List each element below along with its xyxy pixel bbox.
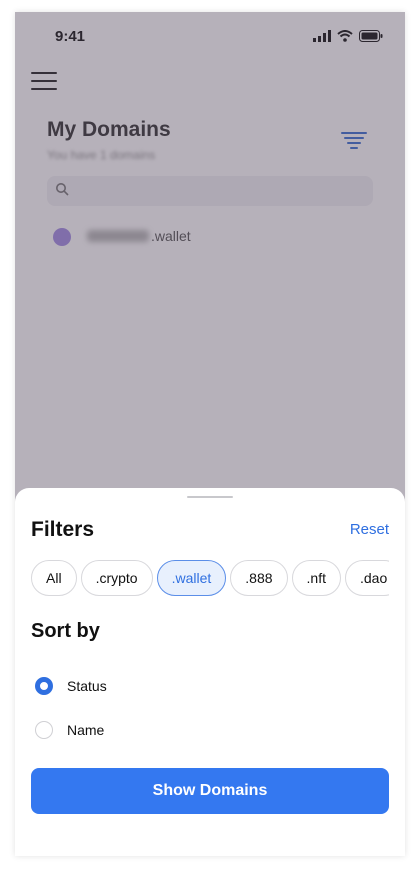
show-domains-button[interactable]: Show Domains [31, 768, 389, 814]
radio-checked-icon[interactable] [35, 677, 53, 695]
chip-crypto[interactable]: .crypto [80, 560, 153, 596]
chip-wallet[interactable]: .wallet [156, 560, 227, 596]
sort-option-label: Name [67, 722, 105, 738]
chip-all[interactable]: All [31, 560, 77, 596]
phone-screen: 9:41 My Domains You have 1 domains .wall… [15, 12, 405, 856]
reset-button[interactable]: Reset [350, 521, 389, 538]
filters-title: Filters [31, 518, 95, 541]
radio-unchecked-icon[interactable] [35, 721, 53, 739]
sort-by-title: Sort by [31, 620, 100, 642]
chip-dao[interactable]: .dao [344, 560, 389, 596]
sort-option-name[interactable]: Name [35, 718, 235, 742]
sort-option-label: Status [67, 678, 107, 694]
sort-option-status[interactable]: Status [35, 674, 235, 698]
filters-sheet: Filters Reset All .crypto .wallet .888 .nft.… [15, 488, 405, 856]
chip-nft[interactable]: .nft [291, 560, 341, 596]
chip-888[interactable]: .888 [230, 560, 288, 596]
sheet-handle[interactable] [187, 496, 233, 498]
tld-chip-row[interactable]: All .crypto .wallet .888 .nft .dao [31, 560, 389, 596]
